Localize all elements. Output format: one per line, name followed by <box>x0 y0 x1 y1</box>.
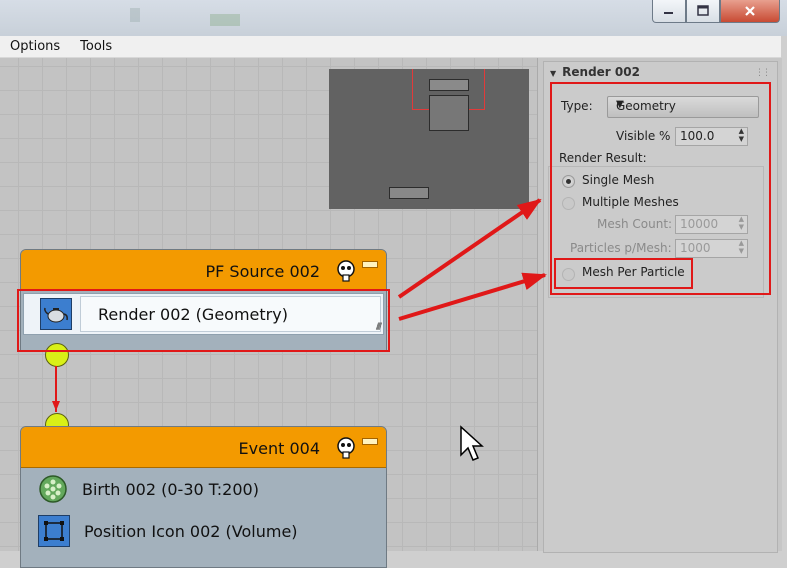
operator-position-icon[interactable]: Position Icon 002 (Volume) <box>21 510 386 552</box>
mesh-per-particle-highlight-box <box>554 258 693 289</box>
mouse-cursor-icon <box>460 425 484 461</box>
close-button[interactable] <box>720 0 780 23</box>
menu-tools[interactable]: Tools <box>70 39 122 54</box>
rollout-grip[interactable]: ⋮⋮ <box>755 68 771 78</box>
minimap-node-block <box>429 79 469 91</box>
skull-icon[interactable] <box>336 260 356 282</box>
node-title: Event 004 <box>238 439 320 458</box>
operator-label: Birth 002 (0-30 T:200) <box>82 479 259 499</box>
operator-highlight-box <box>17 289 390 352</box>
minimize-icon <box>664 12 673 14</box>
position-icon <box>44 521 64 541</box>
event-wire <box>55 366 57 412</box>
birth-icon <box>39 475 67 503</box>
minimize-button[interactable] <box>652 0 686 23</box>
node-header[interactable]: Event 004 <box>21 427 386 468</box>
background-window-fragment <box>130 8 140 22</box>
skull-icon[interactable] <box>336 437 356 459</box>
node-minimize-button[interactable] <box>362 261 378 268</box>
background-window-fragment <box>210 14 240 26</box>
event-node[interactable]: Event 004 Birth 002 (0-30 T:200) Positio… <box>20 426 387 568</box>
operator-label: Position Icon 002 (Volume) <box>84 521 298 541</box>
maximize-button[interactable] <box>686 0 720 23</box>
navigator-minimap[interactable] <box>329 69 529 209</box>
rollout-header[interactable]: ▼ Render 002 <box>550 65 640 79</box>
maximize-icon <box>697 5 709 16</box>
minimap-node-block <box>389 187 429 199</box>
node-minimize-button[interactable] <box>362 438 378 445</box>
operator-icon-box <box>38 474 68 504</box>
operator-birth[interactable]: Birth 002 (0-30 T:200) <box>21 468 386 510</box>
collapse-triangle-icon: ▼ <box>550 69 557 78</box>
window-controls <box>652 0 780 24</box>
close-icon <box>745 6 755 16</box>
menu-bar: Options Tools <box>0 36 781 58</box>
window-titlebar <box>0 0 787 36</box>
menu-options[interactable]: Options <box>0 39 70 54</box>
minimap-node-block <box>429 95 469 131</box>
rollout-title: Render 002 <box>562 65 640 79</box>
node-header[interactable]: PF Source 002 <box>21 250 386 291</box>
node-title: PF Source 002 <box>205 262 320 281</box>
operator-icon-box <box>38 515 70 547</box>
